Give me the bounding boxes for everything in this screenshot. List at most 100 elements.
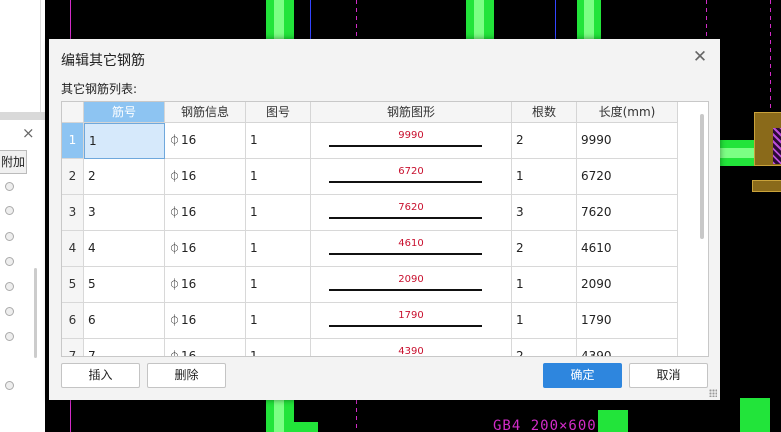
rebar-diameter: 16: [181, 205, 197, 219]
cell-count[interactable]: 3: [512, 195, 577, 231]
cell-count[interactable]: 1: [512, 159, 577, 195]
cell-rebar-shape[interactable]: 2090: [311, 267, 512, 303]
grid-scrollbar[interactable]: [700, 114, 704, 239]
cell-figure-number[interactable]: 1: [246, 195, 311, 231]
cell-length[interactable]: 6720: [577, 159, 678, 195]
row-number[interactable]: 4: [62, 231, 84, 267]
cell-rebar-shape[interactable]: 1790: [311, 303, 512, 339]
cell-figure-number[interactable]: 1: [246, 123, 311, 159]
dialog-title: 编辑其它钢筋: [61, 53, 145, 69]
column-header-rebar-shape[interactable]: 钢筋图形: [311, 102, 512, 123]
column-header-figure-number[interactable]: 图号: [246, 102, 311, 123]
column-header-count[interactable]: 根数: [512, 102, 577, 123]
cell-rebar-shape[interactable]: 6720: [311, 159, 512, 195]
cell-rebar-info[interactable]: ⏀16: [165, 195, 246, 231]
radio-button[interactable]: [5, 257, 14, 266]
table-header: 筋号 钢筋信息 图号 钢筋图形 根数 长度(mm): [62, 102, 678, 123]
close-icon[interactable]: ×: [22, 124, 35, 142]
cell-count[interactable]: 2: [512, 123, 577, 159]
cell-rebar-info[interactable]: ⏀16: [165, 231, 246, 267]
row-number[interactable]: 1: [62, 123, 84, 159]
column-header-length[interactable]: 长度(mm): [577, 102, 678, 123]
rebar-grade-icon: ⏀: [169, 278, 180, 291]
row-number[interactable]: 5: [62, 267, 84, 303]
cell-count[interactable]: 1: [512, 303, 577, 339]
cell-bar-number[interactable]: 2: [84, 159, 165, 195]
tab-attach[interactable]: 附加: [0, 150, 27, 174]
cell-count[interactable]: 2: [512, 231, 577, 267]
radio-button[interactable]: [5, 282, 14, 291]
cell-length[interactable]: 4610: [577, 231, 678, 267]
cell-rebar-info[interactable]: ⏀16: [165, 267, 246, 303]
cell-figure-number[interactable]: 1: [246, 339, 311, 356]
rebar-list-label: 其它钢筋列表:: [61, 82, 138, 96]
radio-button[interactable]: [5, 232, 14, 241]
row-number[interactable]: 6: [62, 303, 84, 339]
rebar-shape-line: [329, 253, 482, 255]
cell-bar-number[interactable]: 4: [84, 231, 165, 267]
delete-button[interactable]: 删除: [147, 363, 226, 388]
radio-button[interactable]: [5, 381, 14, 390]
cad-beam: [294, 422, 318, 432]
cell-rebar-shape[interactable]: 4390: [311, 339, 512, 356]
rebar-grade-icon: ⏀: [169, 206, 180, 219]
radio-button[interactable]: [5, 182, 14, 191]
cell-count[interactable]: 1: [512, 267, 577, 303]
cell-figure-number[interactable]: 1: [246, 231, 311, 267]
radio-button[interactable]: [5, 307, 14, 316]
cell-length[interactable]: 4390: [577, 339, 678, 356]
cancel-button[interactable]: 取消: [629, 363, 708, 388]
cell-bar-number[interactable]: 7: [84, 339, 165, 356]
cell-length[interactable]: 2090: [577, 267, 678, 303]
cell-bar-number[interactable]: 1: [84, 123, 165, 159]
left-panel-scrollbar[interactable]: [34, 268, 37, 358]
radio-button[interactable]: [5, 332, 14, 341]
rebar-diameter: 16: [181, 313, 197, 327]
table-row[interactable]: 5 5 ⏀16 1 2090 1 2090: [62, 267, 678, 303]
rebar-grid[interactable]: 筋号 钢筋信息 图号 钢筋图形 根数 长度(mm) 1 1 ⏀16 1 9990 2 999…: [61, 101, 709, 357]
cell-figure-number[interactable]: 1: [246, 159, 311, 195]
cell-bar-number[interactable]: 5: [84, 267, 165, 303]
cell-length[interactable]: 7620: [577, 195, 678, 231]
cad-beam: [274, 398, 284, 432]
cell-figure-number[interactable]: 1: [246, 303, 311, 339]
cell-rebar-info[interactable]: ⏀16: [165, 339, 246, 356]
cell-rebar-shape[interactable]: 4610: [311, 231, 512, 267]
column-header-rebar-info[interactable]: 钢筋信息: [165, 102, 246, 123]
table-row[interactable]: 4 4 ⏀16 1 4610 2 4610: [62, 231, 678, 267]
table-row[interactable]: 3 3 ⏀16 1 7620 3 7620: [62, 195, 678, 231]
cell-count[interactable]: 2: [512, 339, 577, 356]
cell-length[interactable]: 9990: [577, 123, 678, 159]
rebar-grade-icon: ⏀: [169, 134, 180, 147]
radio-button[interactable]: [5, 206, 14, 215]
table-row[interactable]: 6 6 ⏀16 1 1790 1 1790: [62, 303, 678, 339]
row-number[interactable]: 3: [62, 195, 84, 231]
cad-beam-label: GB4 200×600: [493, 418, 597, 432]
cell-rebar-info[interactable]: ⏀16: [165, 123, 246, 159]
table-row[interactable]: 2 2 ⏀16 1 6720 1 6720: [62, 159, 678, 195]
row-number[interactable]: 7: [62, 339, 84, 356]
cell-rebar-info[interactable]: ⏀16: [165, 303, 246, 339]
corner-header[interactable]: [62, 102, 84, 123]
cad-beam: [598, 410, 628, 432]
table-row[interactable]: 1 1 ⏀16 1 9990 2 9990: [62, 123, 678, 159]
cell-bar-number[interactable]: 3: [84, 195, 165, 231]
cad-hatch: [773, 128, 781, 164]
rebar-shape-line: [329, 289, 482, 291]
insert-button[interactable]: 插入: [61, 363, 140, 388]
column-header-bar-number[interactable]: 筋号: [84, 102, 165, 123]
resize-grip-icon[interactable]: [709, 389, 717, 397]
cell-rebar-info[interactable]: ⏀16: [165, 159, 246, 195]
close-icon[interactable]: ✕: [690, 47, 710, 67]
ok-button[interactable]: 确定: [543, 363, 622, 388]
edit-other-rebar-dialog: 编辑其它钢筋 ✕ 其它钢筋列表: 筋号 钢筋信息 图号 钢筋图形 根数 长度(m…: [49, 39, 720, 400]
cell-bar-number[interactable]: 6: [84, 303, 165, 339]
cell-length[interactable]: 1790: [577, 303, 678, 339]
rebar-diameter: 16: [181, 241, 197, 255]
cell-rebar-shape[interactable]: 7620: [311, 195, 512, 231]
rebar-shape-line: [329, 325, 482, 327]
cell-rebar-shape[interactable]: 9990: [311, 123, 512, 159]
row-number[interactable]: 2: [62, 159, 84, 195]
cell-figure-number[interactable]: 1: [246, 267, 311, 303]
table-row[interactable]: 7 7 ⏀16 1 4390 2 4390: [62, 339, 678, 356]
